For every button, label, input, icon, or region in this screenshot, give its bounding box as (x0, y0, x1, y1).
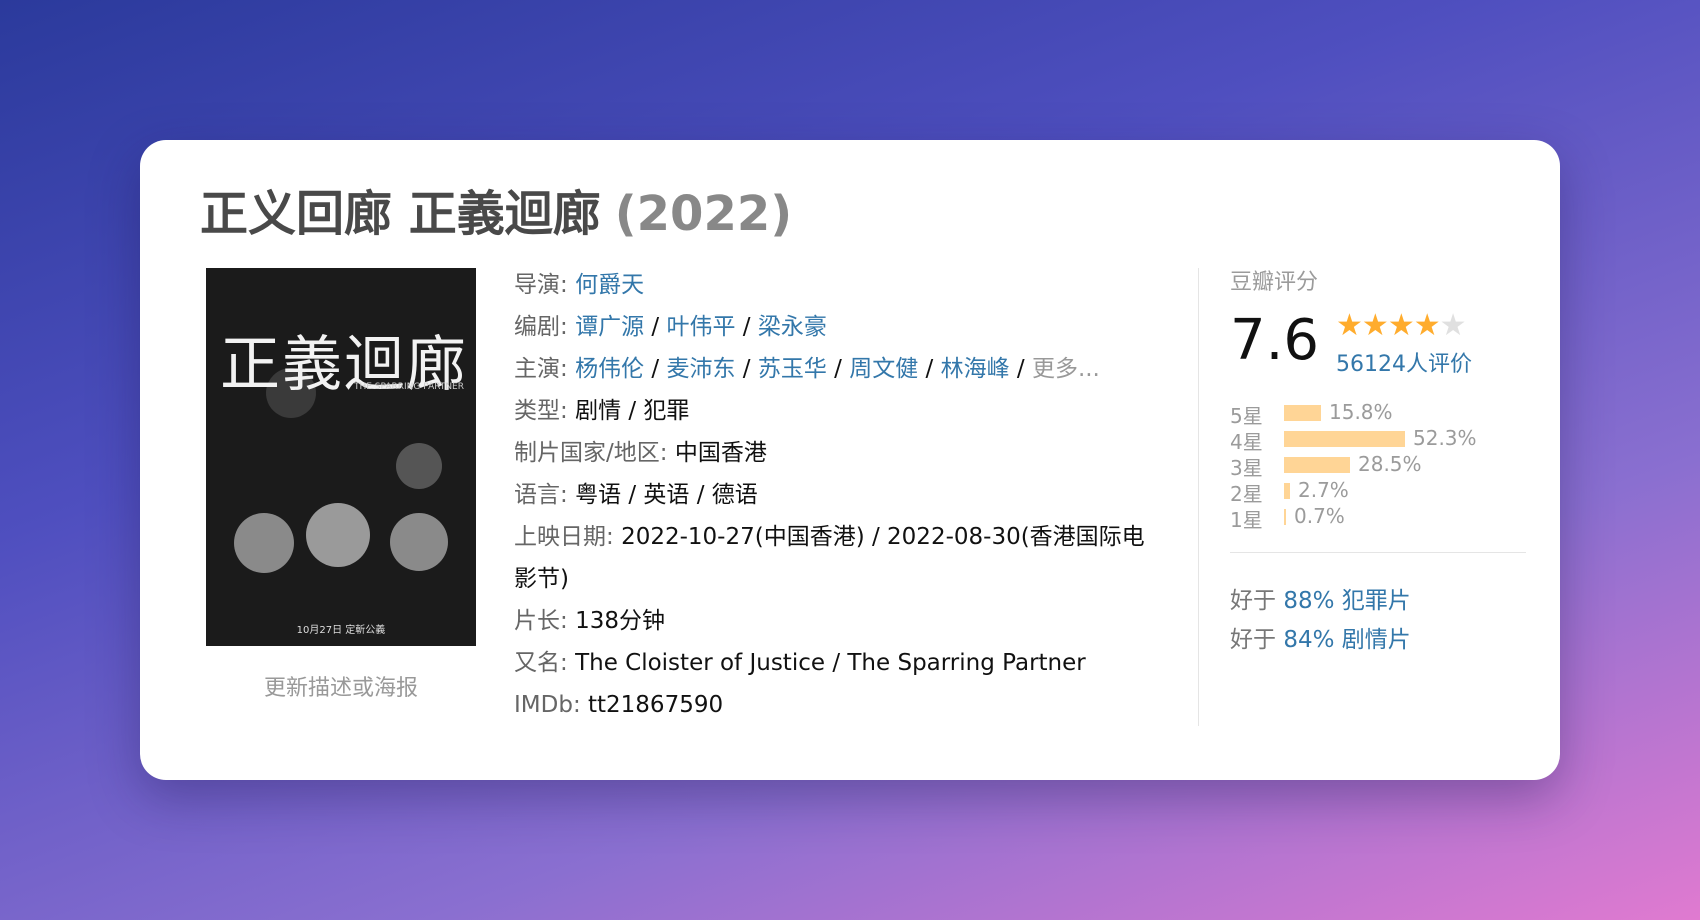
movie-year: (2022) (614, 186, 793, 242)
runtime-value: 138分钟 (575, 608, 665, 634)
country-row: 制片国家/地区: 中国香港 (514, 432, 1164, 474)
rating-dist-bar (1284, 431, 1405, 447)
vertical-divider (1198, 268, 1199, 726)
imdb-label: IMDb: (514, 692, 581, 718)
genre-value: 剧情 / 犯罪 (575, 398, 690, 424)
separator: / (742, 314, 751, 340)
writer-label: 编剧: (514, 314, 568, 340)
aka-label: 又名: (514, 650, 568, 676)
genre-label: 类型: (514, 398, 568, 424)
rating-dist-percent: 28.5% (1358, 452, 1422, 476)
language-value: 粤语 / 英语 / 德语 (575, 482, 758, 508)
separator: / (1016, 356, 1025, 382)
horizontal-divider (1230, 552, 1526, 553)
separator: / (834, 356, 842, 382)
cast-link[interactable]: 麦沛东 (666, 356, 735, 382)
update-description-link[interactable]: 更新描述或海报 (206, 670, 476, 702)
better-than-link[interactable]: 88% 犯罪片 (1283, 588, 1410, 614)
country-label: 制片国家/地区: (514, 440, 668, 466)
better-than-row: 好于 84% 剧情片 (1230, 621, 1411, 660)
star-icon: ★ (1336, 308, 1363, 343)
star-icon: ★ (1387, 308, 1415, 343)
cast-link[interactable]: 苏玉华 (758, 356, 827, 382)
rating-dist-label: 4星 (1230, 430, 1263, 454)
better-than-link[interactable]: 84% 剧情片 (1283, 627, 1410, 653)
separator: / (651, 314, 660, 340)
aka-row: 又名: The Cloister of Justice / The Sparri… (514, 642, 1164, 684)
aka-value: The Cloister of Justice / The Sparring P… (575, 650, 1086, 676)
writer-row: 编剧: 谭广源 / 叶伟平 / 梁永豪 (514, 306, 1164, 348)
director-link[interactable]: 何爵天 (575, 272, 644, 298)
writer-link[interactable]: 梁永豪 (758, 314, 827, 340)
better-than-row: 好于 88% 犯罪片 (1230, 582, 1411, 621)
language-label: 语言: (514, 482, 568, 508)
rating-dist-label: 2星 (1230, 482, 1263, 506)
cast-label: 主演: (514, 356, 568, 382)
rating-panel: 豆瓣评分 7.6 ★★★★★ 56124人评价 5星 15.8% 4星 52.3% 3星… (1230, 264, 1540, 653)
rating-dist-label: 5星 (1230, 404, 1263, 428)
rating-stars: ★★★★★ (1336, 308, 1467, 343)
star-icon: ★ (1439, 308, 1467, 343)
poster-figure (306, 503, 370, 567)
rating-dist-bar (1284, 457, 1350, 473)
rating-distribution: 5星 15.8% 4星 52.3% 3星 28.5% 2星 2.7% 1星 0.7% (1230, 400, 1540, 532)
runtime-label: 片长: (514, 608, 568, 634)
poster-subtitle: THE SPARRING PARTNER (353, 382, 464, 392)
language-row: 语言: 粤语 / 英语 / 德语 (514, 474, 1164, 516)
rating-dist-percent: 52.3% (1413, 426, 1477, 450)
rating-dist-row: 2星 2.7% (1230, 478, 1540, 506)
poster-release-note: 10月27日 定斬公義 (296, 625, 386, 636)
writer-link[interactable]: 谭广源 (575, 314, 644, 340)
runtime-row: 片长: 138分钟 (514, 600, 1164, 642)
poster-figure (234, 513, 294, 573)
rating-dist-label: 1星 (1230, 508, 1263, 532)
rating-dist-row: 5星 15.8% (1230, 400, 1540, 428)
rating-dist-percent: 15.8% (1329, 400, 1393, 424)
rating-dist-bar (1284, 509, 1286, 525)
separator: / (925, 356, 934, 382)
imdb-row: IMDb: tt21867590 (514, 684, 1164, 726)
movie-title-text: 正义回廊 正義迴廊 (200, 186, 601, 242)
writer-link[interactable]: 叶伟平 (666, 314, 735, 340)
separator: / (651, 356, 660, 382)
genre-row: 类型: 剧情 / 犯罪 (514, 390, 1164, 432)
rating-dist-bar (1284, 405, 1321, 421)
cast-more-link[interactable]: 更多... (1032, 356, 1100, 382)
imdb-value: tt21867590 (588, 692, 724, 718)
rating-dist-row: 3星 28.5% (1230, 452, 1540, 480)
rating-dist-bar (1284, 483, 1290, 499)
rating-dist-row: 4星 52.3% (1230, 426, 1540, 454)
better-than-list: 好于 88% 犯罪片 好于 84% 剧情片 (1230, 582, 1411, 660)
director-row: 导演: 何爵天 (514, 264, 1164, 306)
cast-link[interactable]: 周文健 (849, 356, 918, 382)
director-label: 导演: (514, 272, 568, 298)
release-label: 上映日期: (514, 524, 614, 550)
rating-dist-percent: 0.7% (1294, 504, 1345, 528)
movie-title: 正义回廊 正義迴廊 (2022) (200, 174, 792, 244)
rating-dist-row: 1星 0.7% (1230, 504, 1540, 532)
movie-info: 导演: 何爵天 编剧: 谭广源 / 叶伟平 / 梁永豪 主演: 杨伟伦 / 麦沛… (514, 264, 1164, 726)
votes-link[interactable]: 56124人评价 (1336, 346, 1472, 378)
poster-figure (396, 443, 442, 489)
separator: / (742, 356, 751, 382)
cast-row: 主演: 杨伟伦 / 麦沛东 / 苏玉华 / 周文健 / 林海峰 / 更多... (514, 348, 1164, 390)
movie-card: 正义回廊 正義迴廊 (2022) 正義迴廊 THE SPARRING PARTNE… (140, 140, 1560, 780)
poster-figure (390, 513, 448, 571)
cast-link[interactable]: 杨伟伦 (575, 356, 644, 382)
rating-score: 7.6 (1230, 308, 1320, 373)
country-value: 中国香港 (674, 440, 767, 466)
better-than-prefix: 好于 (1230, 588, 1276, 614)
star-icon: ★ (1361, 308, 1389, 343)
star-icon: ★ (1413, 308, 1441, 343)
rating-dist-percent: 2.7% (1298, 478, 1349, 502)
better-than-prefix: 好于 (1230, 627, 1276, 653)
rating-dist-label: 3星 (1230, 456, 1263, 480)
rating-header: 豆瓣评分 (1230, 270, 1319, 295)
cast-link[interactable]: 林海峰 (941, 356, 1010, 382)
movie-poster[interactable]: 正義迴廊 THE SPARRING PARTNER 10月27日 定斬公義 (206, 268, 476, 646)
release-row: 上映日期: 2022-10-27(中国香港) / 2022-08-30(香港国际… (514, 516, 1164, 600)
